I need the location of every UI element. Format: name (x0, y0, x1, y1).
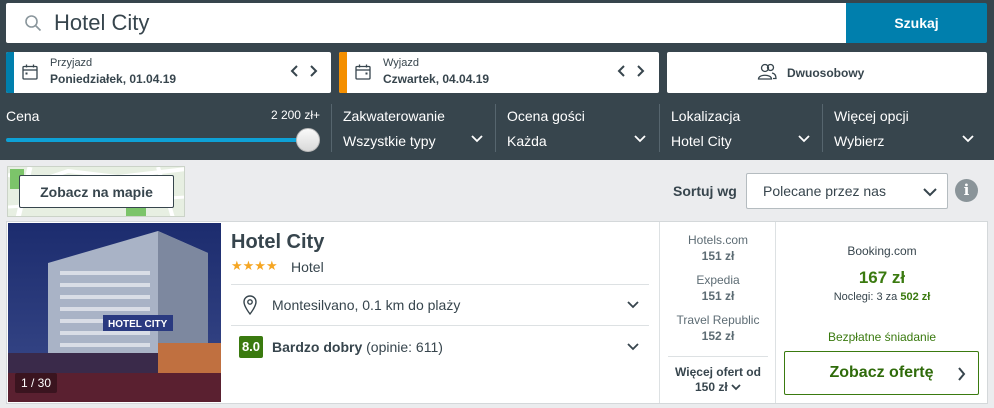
search-icon (25, 15, 42, 32)
location-row[interactable]: Montesilvano, 0.1 km do plaży (231, 284, 649, 326)
chevron-down-icon (798, 135, 810, 143)
show-on-map-button[interactable]: Zobacz na mapie (19, 175, 174, 208)
accommodation-filter-value: Wszystkie typy (343, 133, 436, 149)
deal-total-price: 502 zł (900, 291, 931, 303)
chevron-down-icon (627, 343, 639, 351)
divider (668, 356, 768, 357)
more-offers-price: 150 zł (694, 380, 728, 394)
chevron-left-icon[interactable] (288, 64, 302, 78)
info-icon[interactable]: i (955, 179, 978, 202)
filter-divider (331, 104, 332, 152)
more-offers-label: Więcej ofert od (675, 365, 761, 379)
provider-offer[interactable]: Travel Republic 152 zł (660, 313, 776, 343)
more-options-filter-label: Więcej opcji (834, 108, 909, 124)
rating-score-badge: 8.0 (239, 336, 263, 358)
rating-count: (opinie: 611) (366, 339, 443, 355)
chevron-right-icon (958, 367, 966, 381)
deal-nights-total: Noclegi: 3 za 502 zł (776, 291, 988, 303)
hotel-type: Hotel (291, 259, 324, 275)
view-deal-button[interactable]: Zobacz ofertę (784, 351, 979, 395)
chevron-right-icon[interactable] (633, 64, 647, 78)
more-options-filter[interactable]: Więcej opcji Wybierz (834, 104, 974, 154)
checkout-label: Wyjazd (383, 57, 419, 69)
sort-label: Sortuj wg (673, 183, 737, 199)
guest-rating-filter-label: Ocena gości (507, 108, 585, 124)
rating-label: Bardzo dobry (272, 339, 363, 355)
filter-divider (659, 104, 660, 152)
price-providers-list: Hotels.com 151 zł Expedia 151 zł Travel … (659, 222, 775, 403)
hotel-photo[interactable]: HOTEL CITY 1 / 30 (8, 223, 221, 402)
checkin-value: Poniedziałek, 01.04.19 (50, 72, 177, 86)
chevron-down-icon (471, 135, 483, 143)
price-max-label: 2 200 zł+ (270, 108, 320, 122)
chevron-down-icon (627, 301, 639, 309)
filter-divider (822, 104, 823, 152)
location-pin-icon (243, 295, 257, 315)
calendar-icon (355, 64, 371, 80)
provider-name: Expedia (696, 273, 740, 287)
checkin-label: Przyjazd (50, 57, 93, 69)
provider-name: Travel Republic (676, 313, 760, 327)
more-offers-price-line: 150 zł (660, 380, 776, 395)
hotel-name[interactable]: Hotel City (231, 231, 324, 254)
deal-nights-text: Noclegi: 3 za (833, 291, 898, 303)
checkout-accent-bar (339, 52, 347, 93)
chevron-right-icon[interactable] (306, 64, 320, 78)
hotel-location: Montesilvano, 0.1 km do plaży (272, 297, 461, 313)
room-type-label: Dwuosobowy (787, 66, 865, 80)
sort-select[interactable]: Polecane przez nas (746, 173, 948, 209)
rating-row[interactable]: 8.0 Bardzo dobry (opinie: 611) (231, 326, 649, 368)
price-slider-handle[interactable] (296, 128, 320, 152)
view-deal-label: Zobacz ofertę (829, 364, 934, 381)
search-button[interactable]: Szukaj (846, 3, 987, 43)
room-type-selector[interactable]: Dwuosobowy (667, 52, 987, 93)
search-input[interactable] (54, 7, 834, 39)
more-options-filter-value: Wybierz (834, 133, 885, 149)
photo-counter: 1 / 30 (15, 373, 58, 393)
provider-price: 152 zł (701, 329, 735, 343)
sort-selected-value: Polecane przez nas (763, 183, 886, 199)
provider-price: 151 zł (701, 249, 735, 263)
deal-price: 167 zł (858, 268, 906, 287)
checkout-date-picker[interactable]: Wyjazd Czwartek, 04.04.19 (339, 52, 659, 93)
provider-name: Hotels.com (687, 233, 749, 247)
best-deal-panel: Booking.com 167 zł Noclegi: 3 za 502 zł … (775, 222, 987, 403)
hotel-result-card: HOTEL CITY 1 / 30 Hotel City ★★★★ Hotel … (6, 221, 988, 404)
guests-icon (757, 63, 777, 80)
provider-price: 151 zł (701, 289, 735, 303)
calendar-icon (22, 64, 38, 80)
chevron-down-icon (731, 384, 741, 391)
guest-rating-filter[interactable]: Ocena gości Każda (507, 104, 646, 154)
rating-text: Bardzo dobry (opinie: 611) (272, 339, 443, 355)
accommodation-filter-label: Zakwaterowanie (343, 108, 445, 124)
more-offers-link[interactable]: Więcej ofert od 150 zł (660, 365, 776, 395)
accommodation-filter[interactable]: Zakwaterowanie Wszystkie typy (343, 104, 483, 154)
svg-text:HOTEL CITY: HOTEL CITY (108, 319, 168, 330)
chevron-left-icon[interactable] (615, 64, 629, 78)
star-rating: ★★★★ (231, 258, 278, 273)
search-box[interactable] (6, 3, 846, 43)
deal-site-name: Booking.com (847, 244, 917, 258)
guest-rating-filter-value: Każda (507, 133, 547, 149)
filter-divider (495, 104, 496, 152)
location-filter-label: Lokalizacja (671, 108, 741, 124)
provider-offer[interactable]: Expedia 151 zł (660, 273, 776, 303)
price-filter-label: Cena (6, 108, 40, 124)
price-slider-track[interactable] (6, 138, 306, 142)
chevron-down-icon (923, 188, 937, 197)
checkin-date-picker[interactable]: Przyjazd Poniedziałek, 01.04.19 (6, 52, 331, 93)
chevron-down-icon (634, 135, 646, 143)
provider-offer[interactable]: Hotels.com 151 zł (660, 233, 776, 263)
location-filter-value: Hotel City (671, 133, 732, 149)
chevron-down-icon (962, 135, 974, 143)
free-breakfast-label: Bezpłatne śniadanie (827, 330, 937, 344)
checkout-value: Czwartek, 04.04.19 (383, 72, 490, 86)
checkin-accent-bar (6, 52, 14, 93)
location-filter[interactable]: Lokalizacja Hotel City (671, 104, 810, 154)
